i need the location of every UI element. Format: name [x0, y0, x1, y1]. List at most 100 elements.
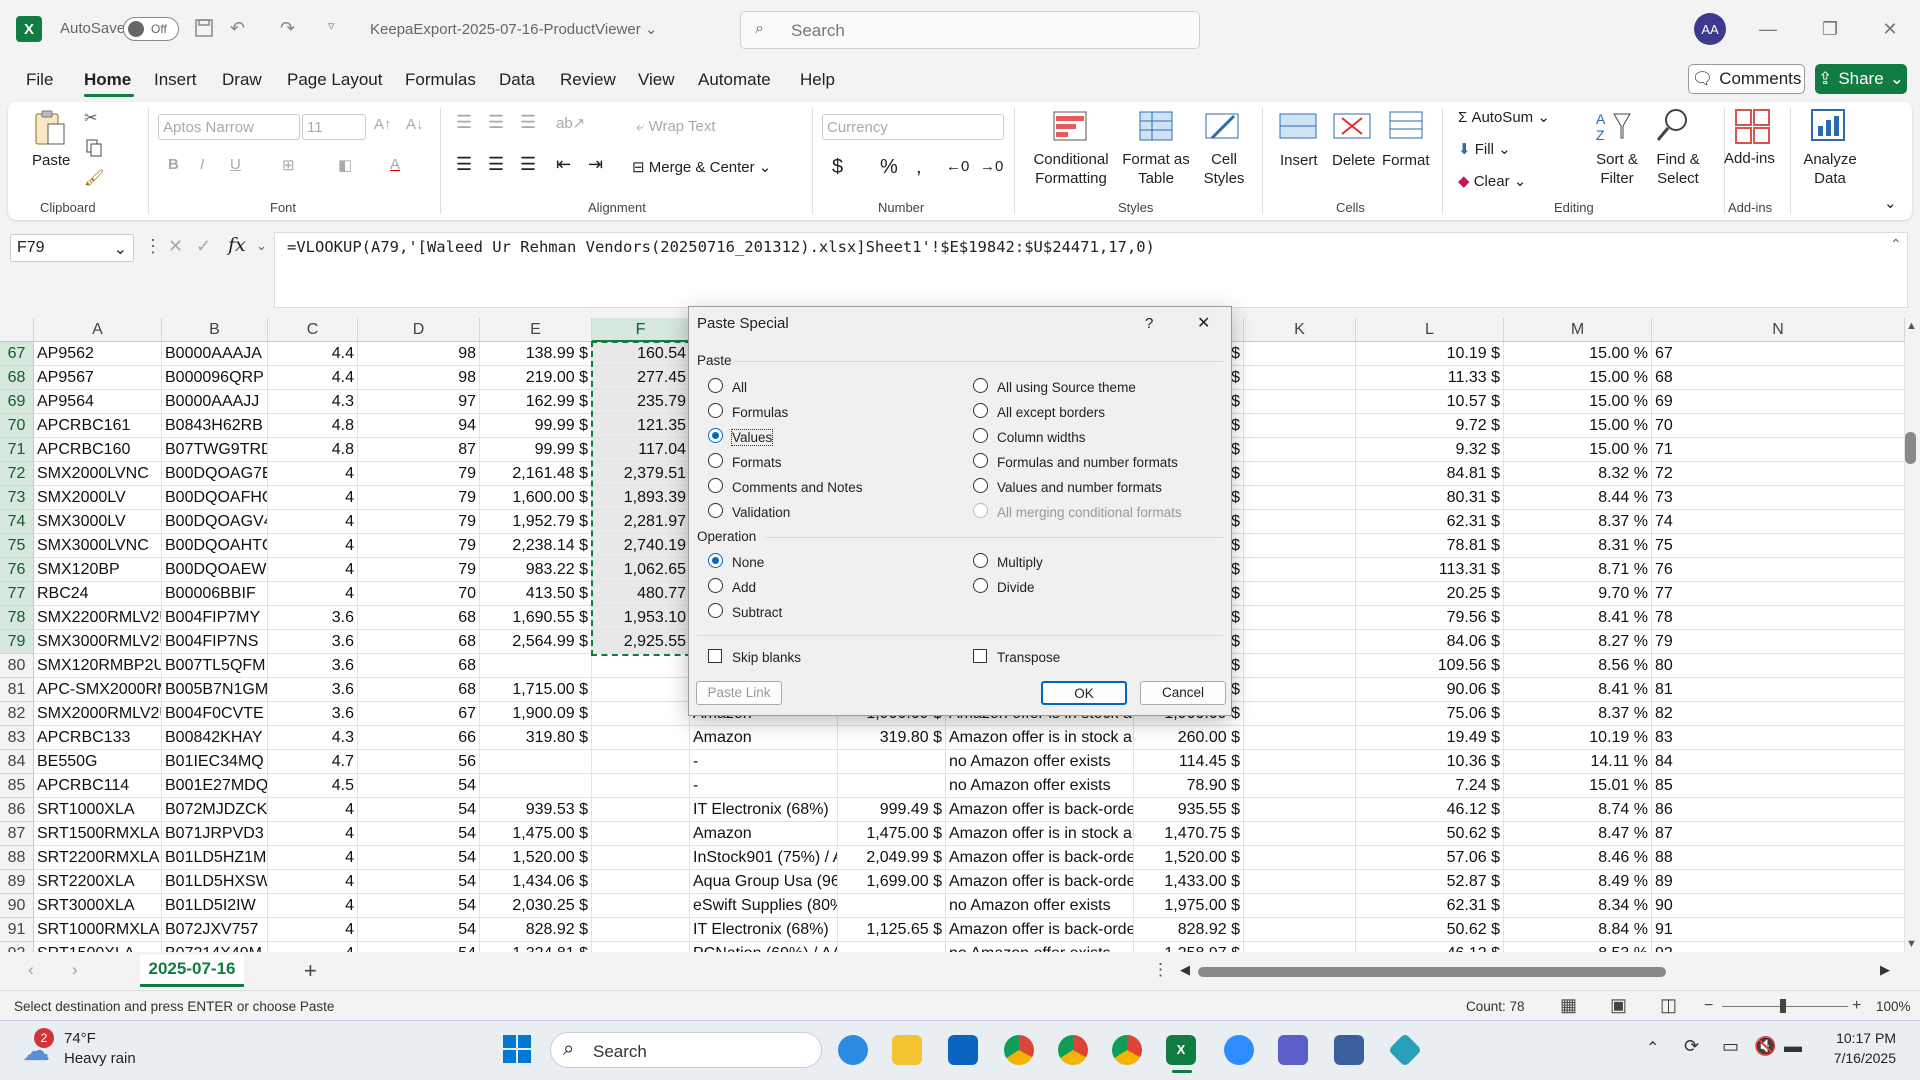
zoom-level[interactable]: 100%	[1876, 999, 1911, 1014]
decrease-font-icon[interactable]: A↓	[406, 116, 424, 133]
table-cell[interactable]	[592, 702, 690, 726]
table-cell[interactable]: 1,520.00 $	[1134, 846, 1244, 870]
zoom-in-icon[interactable]: +	[1852, 997, 1861, 1015]
row-header[interactable]: 79	[0, 630, 34, 654]
column-header[interactable]: E	[480, 318, 592, 342]
table-cell[interactable]	[1244, 630, 1356, 654]
currency-icon[interactable]: $	[832, 156, 843, 179]
table-cell[interactable]: 4	[268, 894, 358, 918]
insert-cells-button[interactable]	[1278, 110, 1318, 142]
table-cell[interactable]: 138.99 $	[480, 342, 592, 366]
orientation-icon[interactable]: ab↗	[556, 114, 585, 132]
table-cell[interactable]	[592, 822, 690, 846]
table-cell[interactable]: 2,030.25 $	[480, 894, 592, 918]
clock-time[interactable]: 10:17 PM	[1826, 1030, 1896, 1046]
table-cell[interactable]: 9.72 $	[1356, 414, 1504, 438]
quick-access-dropdown-icon[interactable]: ▿	[328, 18, 335, 34]
table-cell[interactable]	[1244, 342, 1356, 366]
table-cell[interactable]: B071JRPVD3	[162, 822, 268, 846]
row-header[interactable]: 67	[0, 342, 34, 366]
table-cell[interactable]: 8.37 %	[1504, 510, 1652, 534]
row-header[interactable]: 87	[0, 822, 34, 846]
tab-draw[interactable]: Draw	[222, 70, 262, 90]
horizontal-scroll-thumb[interactable]	[1198, 967, 1666, 977]
table-cell[interactable]: 4	[268, 798, 358, 822]
restore-icon[interactable]: ❐	[1810, 14, 1850, 44]
table-cell[interactable]: B001E27MDQ	[162, 774, 268, 798]
cancel-entry-icon[interactable]: ✕	[168, 236, 183, 257]
tab-insert[interactable]: Insert	[154, 70, 197, 90]
table-cell[interactable]: 413.50 $	[480, 582, 592, 606]
tab-data[interactable]: Data	[499, 70, 535, 90]
vertical-scrollbar[interactable]	[1905, 318, 1920, 952]
table-cell[interactable]	[592, 726, 690, 750]
table-cell[interactable]: 62.31 $	[1356, 510, 1504, 534]
table-cell[interactable]: 46.12 $	[1356, 798, 1504, 822]
table-cell[interactable]	[592, 678, 690, 702]
table-cell[interactable]	[480, 750, 592, 774]
table-cell[interactable]: APCRBC114	[34, 774, 162, 798]
table-cell[interactable]: APCRBC160	[34, 438, 162, 462]
font-size-select[interactable]: 11	[302, 114, 366, 140]
table-cell[interactable]: 4	[268, 510, 358, 534]
table-cell[interactable]: 8.74 %	[1504, 798, 1652, 822]
taskbar-search[interactable]: ⌕ Search	[550, 1032, 822, 1068]
table-cell[interactable]	[1244, 462, 1356, 486]
table-cell[interactable]: 319.80 $	[480, 726, 592, 750]
table-cell[interactable]: 8.27 %	[1504, 630, 1652, 654]
table-cell[interactable]: 79	[1652, 630, 1905, 654]
table-cell[interactable]	[838, 894, 946, 918]
table-cell[interactable]: 78.81 $	[1356, 534, 1504, 558]
table-cell[interactable]: 4.3	[268, 390, 358, 414]
table-cell[interactable]: SMX2000RMLV2U	[34, 702, 162, 726]
scroll-up-icon[interactable]: ▲	[1906, 320, 1917, 332]
table-cell[interactable]: 77	[1652, 582, 1905, 606]
radio-comments-notes[interactable]	[708, 478, 723, 493]
table-cell[interactable]: B000096QRP	[162, 366, 268, 390]
table-cell[interactable]: B00DQOAGV4	[162, 510, 268, 534]
table-cell[interactable]: 8.47 %	[1504, 822, 1652, 846]
table-cell[interactable]	[1244, 918, 1356, 942]
table-cell[interactable]: no Amazon offer exists	[946, 750, 1134, 774]
table-cell[interactable]	[1244, 582, 1356, 606]
table-cell[interactable]: 81	[1652, 678, 1905, 702]
table-cell[interactable]: 87	[1652, 822, 1905, 846]
table-cell[interactable]: 83	[1652, 726, 1905, 750]
table-cell[interactable]: 4	[268, 918, 358, 942]
table-cell[interactable]: 84	[1652, 750, 1905, 774]
table-cell[interactable]: 4.7	[268, 750, 358, 774]
table-cell[interactable]: 68	[358, 678, 480, 702]
table-cell[interactable]: 8.41 %	[1504, 606, 1652, 630]
table-cell[interactable]: 3.6	[268, 630, 358, 654]
table-cell[interactable]: 1,690.55 $	[480, 606, 592, 630]
more-icon[interactable]: ⋮	[144, 236, 162, 257]
table-cell[interactable]: 939.53 $	[480, 798, 592, 822]
row-header[interactable]: 91	[0, 918, 34, 942]
table-cell[interactable]: 98	[358, 366, 480, 390]
radio-op-none[interactable]	[708, 553, 723, 568]
table-cell[interactable]: 70	[1652, 414, 1905, 438]
ok-button[interactable]: OK	[1041, 681, 1127, 705]
table-cell[interactable]: 4.4	[268, 366, 358, 390]
table-cell[interactable]: 10.19 %	[1504, 726, 1652, 750]
table-cell[interactable]: 8.71 %	[1504, 558, 1652, 582]
radio-all-except-borders[interactable]	[973, 403, 988, 418]
table-cell[interactable]: B007TL5QFM	[162, 654, 268, 678]
table-cell[interactable]: 79.56 $	[1356, 606, 1504, 630]
table-cell[interactable]: 85	[1652, 774, 1905, 798]
table-cell[interactable]: 2,238.14 $	[480, 534, 592, 558]
table-cell[interactable]: SRT2200XLA	[34, 870, 162, 894]
tab-page-layout[interactable]: Page Layout	[287, 70, 382, 90]
row-header[interactable]: 75	[0, 534, 34, 558]
sync-icon[interactable]: ⟳	[1684, 1036, 1699, 1057]
align-top-icon[interactable]: ☰	[456, 112, 472, 133]
zoom-app-icon[interactable]	[1224, 1035, 1254, 1065]
table-cell[interactable]: AP9562	[34, 342, 162, 366]
table-cell[interactable]: 90.06 $	[1356, 678, 1504, 702]
italic-icon[interactable]: I	[200, 156, 204, 173]
table-cell[interactable]: 73	[1652, 486, 1905, 510]
table-cell[interactable]: 319.80 $	[838, 726, 946, 750]
table-cell[interactable]: B01LD5HZ1M	[162, 846, 268, 870]
table-cell[interactable]: 8.32 %	[1504, 462, 1652, 486]
row-header[interactable]: 92	[0, 942, 34, 952]
